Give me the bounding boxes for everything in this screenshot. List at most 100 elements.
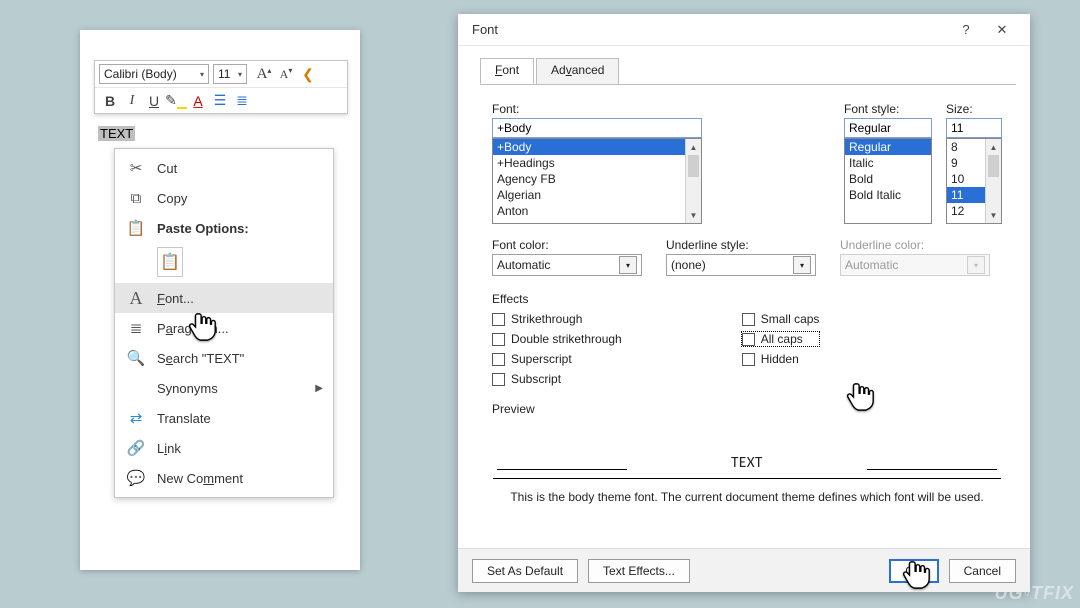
size-column: Size: 8 9 10 11 12 ▲ ▼ [946,102,1002,224]
bold-button[interactable]: B [99,90,121,112]
italic-button[interactable]: I [121,90,143,112]
scroll-thumb[interactable] [688,155,699,177]
scroll-thumb[interactable] [988,155,999,177]
style-column: Font style: Regular Italic Bold Bold Ita… [844,102,932,224]
font-column: Font: +Body +Headings Agency FB Algerian… [492,102,830,224]
underline-color-label: Underline color: [840,238,990,252]
font-a-icon: A [125,288,147,309]
size-label: Size: [946,102,1002,116]
preview-hint: This is the body theme font. The current… [492,490,1002,504]
list-item[interactable]: +Body [493,139,701,155]
mini-toolbar: Calibri (Body) ▾ 11 ▾ A▴ A▾ ❮ B I U ✎ A … [94,60,348,114]
numbering-button[interactable]: ≣ [231,90,253,112]
chk-strikethrough[interactable]: Strikethrough [492,312,622,326]
cm-link[interactable]: 🔗 Link [115,433,333,463]
cm-translate[interactable]: ⇄ Translate [115,403,333,433]
underline-style-dropdown[interactable]: (none) ▾ [666,254,816,276]
selected-text: TEXT [98,126,135,141]
underline-button[interactable]: U [143,90,165,112]
dialog-title-bar: Font ? ✕ [458,14,1030,46]
cm-new-comment[interactable]: 💬 New Comment [115,463,333,493]
style-input[interactable] [844,118,932,138]
scroll-up-icon[interactable]: ▲ [686,139,701,155]
scrollbar[interactable]: ▲ ▼ [685,139,701,223]
chk-double-strikethrough[interactable]: Double strikethrough [492,332,622,346]
close-button[interactable]: ✕ [984,16,1020,44]
list-item[interactable]: Italic [845,155,931,171]
tab-font[interactable]: Font [480,58,534,84]
cm-synonyms[interactable]: Synonyms ▶ [115,373,333,403]
scroll-up-icon[interactable]: ▲ [986,139,1001,155]
chevron-down-icon: ▾ [238,70,242,79]
effects-label: Effects [492,292,1002,306]
underline-style-group: Underline style: (none) ▾ [666,238,816,276]
list-item[interactable]: Bold [845,171,931,187]
chk-small-caps[interactable]: Small caps [742,312,820,326]
ok-button[interactable]: OK [889,559,938,583]
underline-color-group: Underline color: Automatic ▾ [840,238,990,276]
chk-superscript[interactable]: Superscript [492,352,622,366]
dialog-title: Font [472,22,948,37]
chevron-down-icon: ▾ [200,70,204,79]
chk-hidden[interactable]: Hidden [742,352,820,366]
cm-paste-options: 📋 [115,243,333,283]
preview-rule-left [497,469,627,470]
tab-separator [480,84,1016,85]
list-item[interactable]: Anton [493,203,701,219]
size-input[interactable] [946,118,1002,138]
font-label: Font: [492,102,830,116]
style-listbox[interactable]: Regular Italic Bold Bold Italic [844,138,932,224]
style-label: Font style: [844,102,932,116]
scissors-icon: ✂ [125,159,147,177]
font-size-value: 11 [218,67,230,81]
font-color-label: Font color: [492,238,642,252]
cm-search[interactable]: 🔍 Search "TEXT" [115,343,333,373]
font-input[interactable] [492,118,702,138]
dialog-tabs: Font Advanced [458,46,1030,84]
chk-all-caps[interactable]: All caps [742,332,820,346]
format-painter-button[interactable]: ❮ [297,63,319,85]
font-listbox[interactable]: +Body +Headings Agency FB Algerian Anton… [492,138,702,224]
paragraph-icon: ≣ [125,319,147,337]
shrink-font-button[interactable]: A▾ [275,63,297,85]
cm-cut[interactable]: ✂ Cut [115,153,333,183]
grow-font-button[interactable]: A▴ [253,63,275,85]
cm-font[interactable]: A Font... [115,283,333,313]
text-effects-button[interactable]: Text Effects... [588,559,690,583]
font-color-dropdown[interactable]: Automatic ▾ [492,254,642,276]
underline-style-label: Underline style: [666,238,816,252]
help-button[interactable]: ? [948,16,984,44]
list-item[interactable]: +Headings [493,155,701,171]
font-color-group: Font color: Automatic ▾ [492,238,642,276]
clipboard-icon: 📋 [125,219,147,237]
preview-rule-right [867,469,997,470]
chevron-right-icon: ▶ [315,383,323,394]
link-icon: 🔗 [125,439,147,457]
cm-copy[interactable]: ⧉ Copy [115,183,333,213]
font-color-button[interactable]: A [187,90,209,112]
size-listbox[interactable]: 8 9 10 11 12 ▲ ▼ [946,138,1002,224]
list-item[interactable]: Bold Italic [845,187,931,203]
scroll-down-icon[interactable]: ▼ [686,207,701,223]
cancel-button[interactable]: Cancel [949,559,1016,583]
chk-subscript[interactable]: Subscript [492,372,622,386]
scrollbar[interactable]: ▲ ▼ [985,139,1001,223]
preview-text: TEXT [731,454,763,472]
font-dialog: Font ? ✕ Font Advanced Font: +Body +Head… [458,14,1030,592]
list-item[interactable]: Regular [845,139,931,155]
cm-paragraph[interactable]: ≣ Paragraph... [115,313,333,343]
font-name-combo[interactable]: Calibri (Body) ▾ [99,64,209,84]
scroll-down-icon[interactable]: ▼ [986,207,1001,223]
bullets-button[interactable]: ☰ [209,90,231,112]
highlight-button[interactable]: ✎ [165,90,187,112]
document-with-context-menu: Calibri (Body) ▾ 11 ▾ A▴ A▾ ❮ B I U ✎ A … [80,30,360,570]
chevron-down-icon: ▾ [793,256,811,274]
tab-advanced[interactable]: Advanced [536,58,619,84]
font-size-combo[interactable]: 11 ▾ [213,64,247,84]
comment-icon: 💬 [125,469,147,487]
paste-keep-source-button[interactable]: 📋 [157,247,183,277]
list-item[interactable]: Agency FB [493,171,701,187]
list-item[interactable]: Algerian [493,187,701,203]
set-default-button[interactable]: Set As Default [472,559,578,583]
copy-icon: ⧉ [125,190,147,207]
